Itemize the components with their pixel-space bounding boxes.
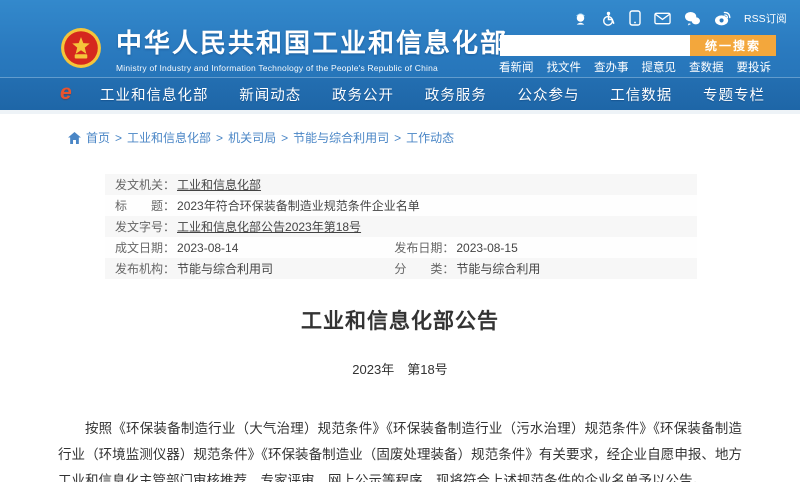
meta-value-issuing-authority-link[interactable]: 工业和信息化部 xyxy=(177,176,261,193)
quick-link-feedback[interactable]: 提意见 xyxy=(642,59,677,75)
document-content: 发文机关： 工业和信息化部 标 题： 2023年符合环保装备制造业规范条件企业名… xyxy=(0,174,800,482)
main-navigation: e 工业和信息化部 新闻动态 政务公开 政务服务 公众参与 工信数据 专题专栏 xyxy=(0,78,800,110)
body-paragraph-1: 按照《环保装备制造行业（大气治理）规范条件》《环保装备制造行业（污水治理）规范条… xyxy=(58,416,742,482)
meta-value-written-date: 2023-08-14 xyxy=(177,241,238,255)
meta-label: 分 类： xyxy=(394,260,454,277)
meta-value-doc-title: 2023年符合环保装备制造业规范条件企业名单 xyxy=(177,197,420,214)
meta-label: 发布机构： xyxy=(115,260,175,277)
miit-webpage: 中华人民共和国工业和信息化部 Ministry of Industry and … xyxy=(0,0,800,482)
breadcrumb-separator: > xyxy=(394,131,401,145)
quick-link-services[interactable]: 查办事 xyxy=(594,59,629,75)
nav-item-gov-disclosure[interactable]: 政务公开 xyxy=(332,84,394,105)
nav-item-public-participation[interactable]: 公众参与 xyxy=(518,84,580,105)
breadcrumb-separator: > xyxy=(115,131,122,145)
nav-item-news[interactable]: 新闻动态 xyxy=(239,84,301,105)
breadcrumb-departments[interactable]: 机关司局 xyxy=(228,129,276,146)
site-header: 中华人民共和国工业和信息化部 Ministry of Industry and … xyxy=(0,0,800,110)
meta-row-dates: 成文日期： 2023-08-14 发布日期： 2023-08-15 xyxy=(105,237,697,258)
meta-row-doc-number: 发文字号： 工业和信息化部公告2023年第18号 xyxy=(105,216,697,237)
site-brand[interactable]: 中华人民共和国工业和信息化部 Ministry of Industry and … xyxy=(60,23,508,73)
breadcrumb-miit[interactable]: 工业和信息化部 xyxy=(127,129,211,146)
mail-icon[interactable] xyxy=(654,12,671,25)
meta-row-title: 标 题： 2023年符合环保装备制造业规范条件企业名单 xyxy=(105,195,697,216)
national-emblem-icon xyxy=(60,27,102,69)
nav-item-special-topics[interactable]: 专题专栏 xyxy=(703,84,765,105)
header-utility-icons: RSS订阅 xyxy=(573,10,787,26)
wechat-icon[interactable] xyxy=(684,11,701,26)
meta-label: 发文字号： xyxy=(115,218,175,235)
nav-item-it-data[interactable]: 工信数据 xyxy=(610,84,672,105)
meta-label: 标 题： xyxy=(115,197,175,214)
quick-link-complaint[interactable]: 要投诉 xyxy=(737,59,772,75)
breadcrumb: 首页 > 工业和信息化部 > 机关司局 > 节能与综合利用司 > 工作动态 xyxy=(0,114,800,146)
mobile-icon[interactable] xyxy=(629,10,641,26)
breadcrumb-separator: > xyxy=(281,131,288,145)
brand-text: 中华人民共和国工业和信息化部 Ministry of Industry and … xyxy=(116,23,508,73)
nav-item-gov-services[interactable]: 政务服务 xyxy=(425,84,487,105)
announcement-title: 工业和信息化部公告 xyxy=(0,305,800,335)
quick-link-files[interactable]: 找文件 xyxy=(547,59,582,75)
accessibility-icon[interactable] xyxy=(601,11,616,26)
meta-label: 发文机关： xyxy=(115,176,175,193)
search-input[interactable] xyxy=(500,35,690,56)
meta-value-publish-date: 2023-08-15 xyxy=(456,241,517,255)
miit-e-logo-icon[interactable]: e xyxy=(60,81,72,105)
meta-label: 成文日期： xyxy=(115,239,175,256)
announcement-body: 按照《环保装备制造行业（大气治理）规范条件》《环保装备制造行业（污水治理）规范条… xyxy=(58,416,742,482)
search-button[interactable]: 统一搜索 xyxy=(690,35,776,56)
breadcrumb-separator: > xyxy=(216,131,223,145)
site-title: 中华人民共和国工业和信息化部 xyxy=(116,23,508,60)
meta-row-issuing-authority: 发文机关： 工业和信息化部 xyxy=(105,174,697,195)
nav-item-miit[interactable]: 工业和信息化部 xyxy=(100,84,209,105)
meta-value-category: 节能与综合利用 xyxy=(456,260,540,277)
nav-items: 工业和信息化部 新闻动态 政务公开 政务服务 公众参与 工信数据 专题专栏 xyxy=(100,84,765,105)
meta-label: 发布日期： xyxy=(394,239,454,256)
mascot-icon[interactable] xyxy=(573,10,588,26)
breadcrumb-home[interactable]: 首页 xyxy=(86,129,110,146)
breadcrumb-energy-dept[interactable]: 节能与综合利用司 xyxy=(293,129,389,146)
site-subtitle-en: Ministry of Industry and Information Tec… xyxy=(116,63,508,73)
meta-row-agency-category: 发布机构： 节能与综合利用司 分 类： 节能与综合利用 xyxy=(105,258,697,279)
quick-links: 看新闻 找文件 查办事 提意见 查数据 要投诉 xyxy=(499,59,771,75)
search-bar: 统一搜索 xyxy=(500,35,776,56)
weibo-icon[interactable] xyxy=(714,11,731,26)
rss-subscribe-link[interactable]: RSS订阅 xyxy=(744,11,787,26)
breadcrumb-work-updates[interactable]: 工作动态 xyxy=(406,129,454,146)
meta-value-publishing-agency: 节能与综合利用司 xyxy=(177,260,273,277)
meta-value-doc-number-link[interactable]: 工业和信息化部公告2023年第18号 xyxy=(177,218,361,235)
announcement-issue-number: 2023年 第18号 xyxy=(0,359,800,378)
home-icon[interactable] xyxy=(68,132,81,144)
quick-link-data[interactable]: 查数据 xyxy=(689,59,724,75)
quick-link-news[interactable]: 看新闻 xyxy=(499,59,534,75)
document-meta-table: 发文机关： 工业和信息化部 标 题： 2023年符合环保装备制造业规范条件企业名… xyxy=(105,174,697,279)
